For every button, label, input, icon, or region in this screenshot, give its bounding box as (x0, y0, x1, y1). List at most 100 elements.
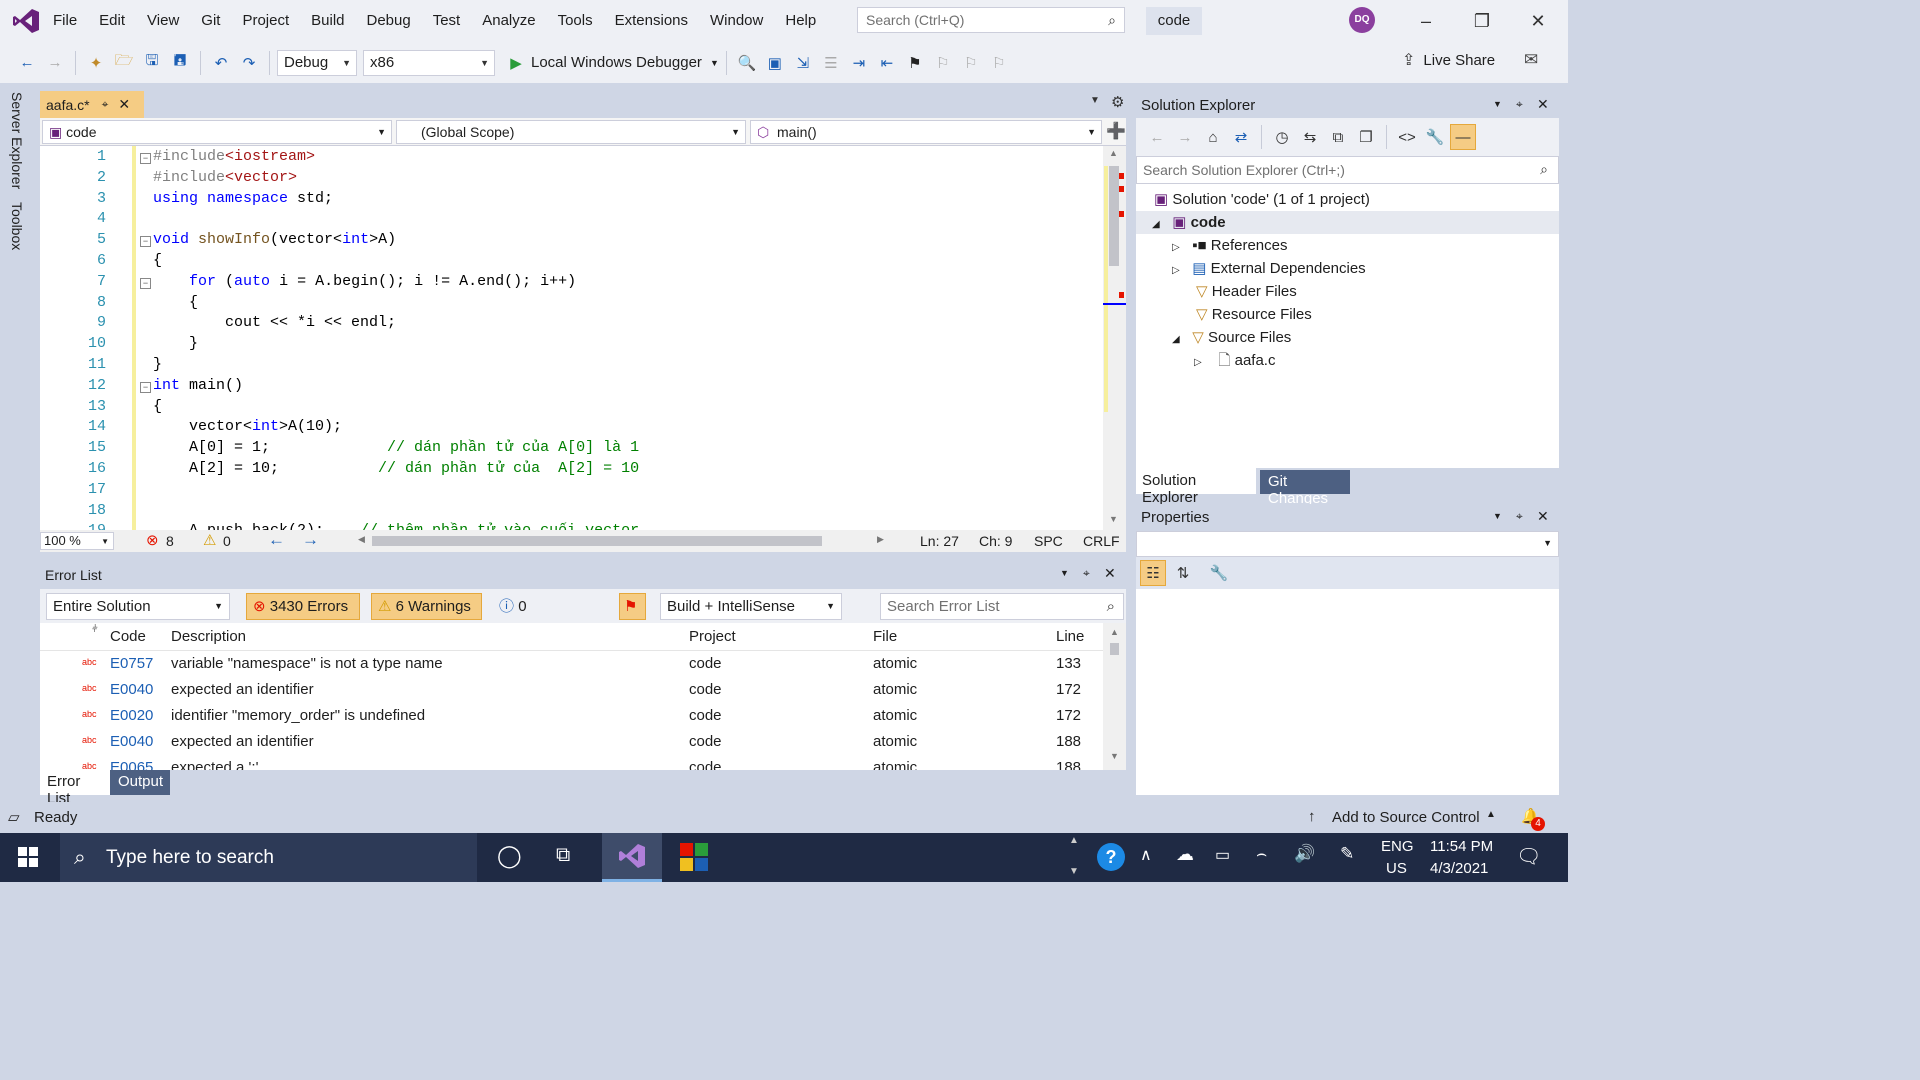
tab-git-changes[interactable]: Git Changes (1260, 470, 1350, 507)
menu-build[interactable]: Build (300, 0, 355, 42)
code-line[interactable]: void showInfo(vector<int>A) (153, 231, 396, 248)
code-line[interactable]: using namespace std; (153, 190, 333, 207)
code-line[interactable]: #include<iostream> (153, 148, 315, 165)
horizontal-scrollbar-thumb[interactable] (372, 536, 822, 546)
column-filter-icon[interactable]: ⫩ (92, 624, 98, 635)
step-icon[interactable]: ⇲ (790, 50, 816, 76)
properties-wrench-icon[interactable]: 🔧 (1422, 124, 1448, 150)
code-line[interactable]: A.push_back(2); // thêm phần tử vào cuối… (153, 522, 639, 530)
scroll-left-icon[interactable]: ◀ (358, 534, 365, 545)
collapse-all-icon[interactable]: ⧉ (1325, 124, 1351, 150)
column-code[interactable]: Code (110, 628, 146, 645)
forward-icon[interactable]: → (1172, 124, 1198, 150)
open-folder-icon[interactable]: 🗁 (111, 50, 137, 76)
build-filter-select[interactable]: Build + IntelliSense ▼ (660, 593, 842, 620)
clock-time[interactable]: 11:54 PM (1430, 838, 1493, 855)
code-line[interactable]: { (153, 252, 162, 269)
scroll-down-icon[interactable]: ▼ (1110, 751, 1119, 761)
tab-aafa-c[interactable]: aafa.c* ⌖ ✕ (40, 91, 144, 118)
warning-icon[interactable]: ⚠ (203, 531, 216, 549)
chevron-down-icon[interactable]: ▼ (1493, 511, 1502, 521)
column-line[interactable]: Line (1056, 628, 1084, 645)
restore-button[interactable]: ❐ (1454, 0, 1510, 42)
tree-project[interactable]: ◢ ▣ code (1136, 211, 1559, 234)
cortana-icon[interactable]: ◯ (497, 843, 522, 869)
scroll-up-icon[interactable]: ▲ (1109, 148, 1118, 158)
forward-icon[interactable]: → (42, 50, 68, 76)
editor-warning-count[interactable]: 0 (223, 533, 231, 549)
menu-view[interactable]: View (136, 0, 190, 42)
start-debug-icon[interactable]: ▶ (503, 50, 529, 76)
menu-extensions[interactable]: Extensions (604, 0, 699, 42)
messages-filter-toggle[interactable]: ⓘ 0 Messages (492, 593, 604, 640)
error-list-scrollbar[interactable]: ▲ ▼ (1103, 623, 1126, 770)
sync-icon[interactable]: ⇆ (1297, 124, 1323, 150)
platform-select[interactable]: x86 ▼ (363, 49, 495, 76)
code-line[interactable]: A[2] = 10; // dán phần tử của A[2] = 10 (153, 460, 639, 477)
scroll-up-icon[interactable]: ▲ (1110, 627, 1119, 637)
table-row[interactable]: abc E0040 expected an identifier code atomic… (40, 677, 1103, 703)
pin-icon[interactable]: ⌖ (1516, 97, 1523, 112)
pen-icon[interactable]: ✎ (1340, 844, 1354, 864)
chevron-down-icon[interactable]: ▼ (1090, 95, 1100, 106)
next-bookmark-icon[interactable]: ⚐ (958, 50, 984, 76)
prev-bookmark-icon[interactable]: ⚐ (930, 50, 956, 76)
redo-icon[interactable]: ↷ (236, 50, 262, 76)
zoom-select[interactable]: 100 % ▼ (40, 532, 114, 550)
table-row[interactable]: abc E0040 expected an identifier code atomic… (40, 729, 1103, 755)
back-icon[interactable]: ← (1144, 124, 1170, 150)
code-line[interactable]: { (153, 294, 198, 311)
column-project[interactable]: Project (689, 628, 736, 645)
code-line[interactable]: int main() (153, 377, 243, 394)
menu-project[interactable]: Project (231, 0, 300, 42)
menu-tools[interactable]: Tools (547, 0, 604, 42)
property-pages-icon[interactable]: 🔧 (1206, 560, 1232, 586)
chevron-up-icon[interactable]: ∧ (1140, 845, 1152, 865)
column-description[interactable]: Description (171, 628, 246, 645)
pin-icon[interactable]: ⌖ (1083, 566, 1090, 581)
prev-issue-icon[interactable]: ← (268, 530, 285, 550)
home-icon[interactable]: ⌂ (1200, 124, 1226, 150)
scroll-down-icon[interactable]: ▼ (1109, 514, 1118, 524)
code-editor[interactable]: 1− #include<iostream> 2 #include<vector> 3 us… (40, 146, 1103, 530)
outdent-icon[interactable]: ⇤ (874, 50, 900, 76)
config-select[interactable]: Debug ▼ (277, 49, 357, 76)
fold-toggle-icon[interactable]: − (140, 236, 151, 248)
back-icon[interactable]: ← (14, 50, 40, 76)
action-center-icon[interactable]: 🗨 (1516, 844, 1541, 869)
whitespace-mode[interactable]: SPC (1034, 533, 1063, 549)
menu-help[interactable]: Help (774, 0, 827, 42)
global-search-input[interactable]: Search (Ctrl+Q) ⌕ (857, 7, 1125, 33)
taskbar-app-icon[interactable] (680, 843, 708, 871)
tree-external-dependencies[interactable]: ▷ ▤ External Dependencies (1136, 257, 1559, 280)
pending-changes-icon[interactable]: ◷ (1269, 124, 1295, 150)
error-code[interactable]: E0020 (110, 707, 153, 724)
screenshot-icon[interactable]: ▣ (762, 50, 788, 76)
tree-source-files[interactable]: ◢ ▽ Source Files (1136, 326, 1559, 349)
code-line[interactable]: } (153, 335, 198, 352)
error-search-input[interactable]: Search Error List ⌕ (880, 593, 1124, 620)
preview-selected-icon[interactable]: — (1450, 124, 1476, 150)
fold-toggle-icon[interactable]: − (140, 381, 151, 393)
scroll-up-icon[interactable]: ▲ (1069, 835, 1079, 846)
live-share-button[interactable]: ⇪ Live Share (1402, 50, 1495, 70)
clear-bookmark-icon[interactable]: ⚐ (986, 50, 1012, 76)
gear-icon[interactable]: ⚙ (1111, 93, 1124, 111)
task-view-icon[interactable]: ⧉ (556, 844, 570, 867)
table-row[interactable]: abc E0020 identifier "memory_order" is und… (40, 703, 1103, 729)
close-icon[interactable]: ✕ (1537, 96, 1549, 113)
tab-error-list[interactable]: Error List (40, 770, 110, 807)
indent-icon[interactable]: ⇥ (846, 50, 872, 76)
new-project-icon[interactable]: ✦ (83, 50, 109, 76)
scroll-right-icon[interactable]: ▶ (877, 534, 884, 545)
feedback-icon[interactable]: ✉ (1524, 50, 1538, 70)
code-line[interactable]: A[0] = 1; // dán phần tử của A[0] là 1 (153, 439, 639, 456)
server-explorer-tab[interactable]: Server Explorer (9, 92, 25, 189)
member-nav-select[interactable]: ⬡ main() ▼ (750, 120, 1102, 144)
taskbar-search-box[interactable]: ⌕ Type here to search (60, 833, 477, 882)
error-code[interactable]: E0040 (110, 733, 153, 750)
chevron-up-icon[interactable]: ▲ (1486, 809, 1496, 820)
code-line[interactable]: cout << *i << endl; (153, 314, 396, 331)
vs-logo-icon[interactable] (12, 8, 40, 34)
chevron-down-icon[interactable]: ▼ (1493, 99, 1502, 109)
